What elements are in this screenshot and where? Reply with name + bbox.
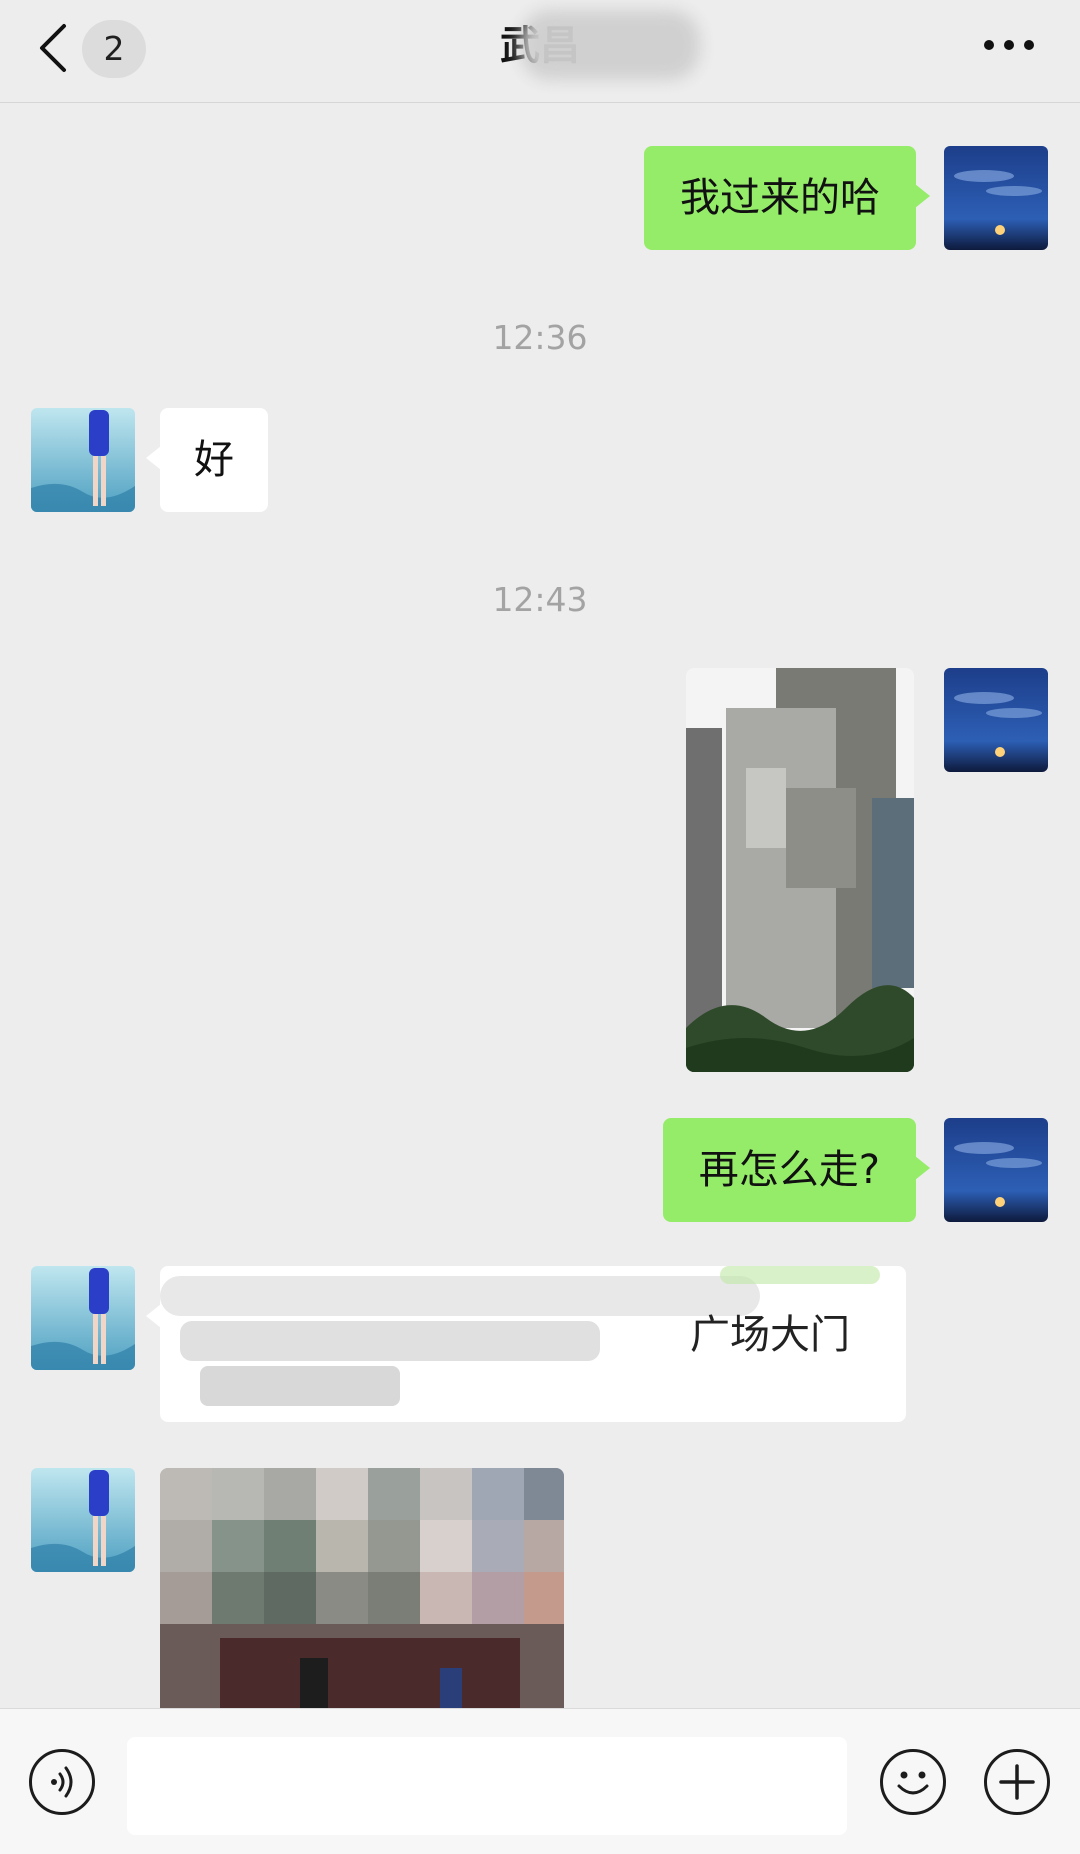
emoji-button[interactable] [880,1749,946,1815]
self-avatar[interactable] [944,668,1048,772]
more-dot-icon [984,40,994,50]
timestamp: 12:36 [492,318,588,357]
voice-icon [51,1766,73,1798]
girl-by-sea-avatar-image [31,1266,135,1370]
message-text: 再怎么走? [698,1147,880,1193]
more-options-button[interactable] [980,30,1040,60]
more-dot-icon [1004,40,1014,50]
self-text-message[interactable]: 再怎么走? [662,1118,931,1222]
message-text: 我过来的哈 [680,175,880,221]
message-text: 好 [194,437,234,483]
title-redaction [520,10,700,80]
contact-image-message[interactable] [160,1468,564,1708]
timestamp: 12:43 [492,580,588,619]
contact-avatar[interactable] [31,408,135,512]
voice-button[interactable] [29,1749,95,1815]
street-photo-redacted [160,1468,564,1708]
night-sky-avatar-image [944,668,1048,772]
message-text: 广场大门 [690,1312,850,1358]
contact-avatar[interactable] [31,1266,135,1370]
chat-header: 2 武昌 [0,0,1080,103]
self-avatar[interactable] [944,146,1048,250]
self-image-message[interactable] [686,668,914,1072]
building-photo-redacted [686,668,914,1072]
contact-text-message[interactable]: 好 [146,408,268,512]
night-sky-avatar-image [944,146,1048,250]
plus-icon [999,1764,1035,1800]
contact-avatar[interactable] [31,1468,135,1572]
message-input[interactable] [127,1737,847,1835]
girl-by-sea-avatar-image [31,1468,135,1572]
self-text-message[interactable]: 我过来的哈 [644,146,930,250]
add-button[interactable] [984,1749,1050,1815]
girl-by-sea-avatar-image [31,408,135,512]
emoji-icon [897,1771,929,1795]
message-input-bar [0,1708,1080,1854]
night-sky-avatar-image [944,1118,1048,1222]
chat-screen: 2 武昌 我过来的哈 12:36 [0,0,1080,1854]
self-avatar[interactable] [944,1118,1048,1222]
more-dot-icon [1024,40,1034,50]
